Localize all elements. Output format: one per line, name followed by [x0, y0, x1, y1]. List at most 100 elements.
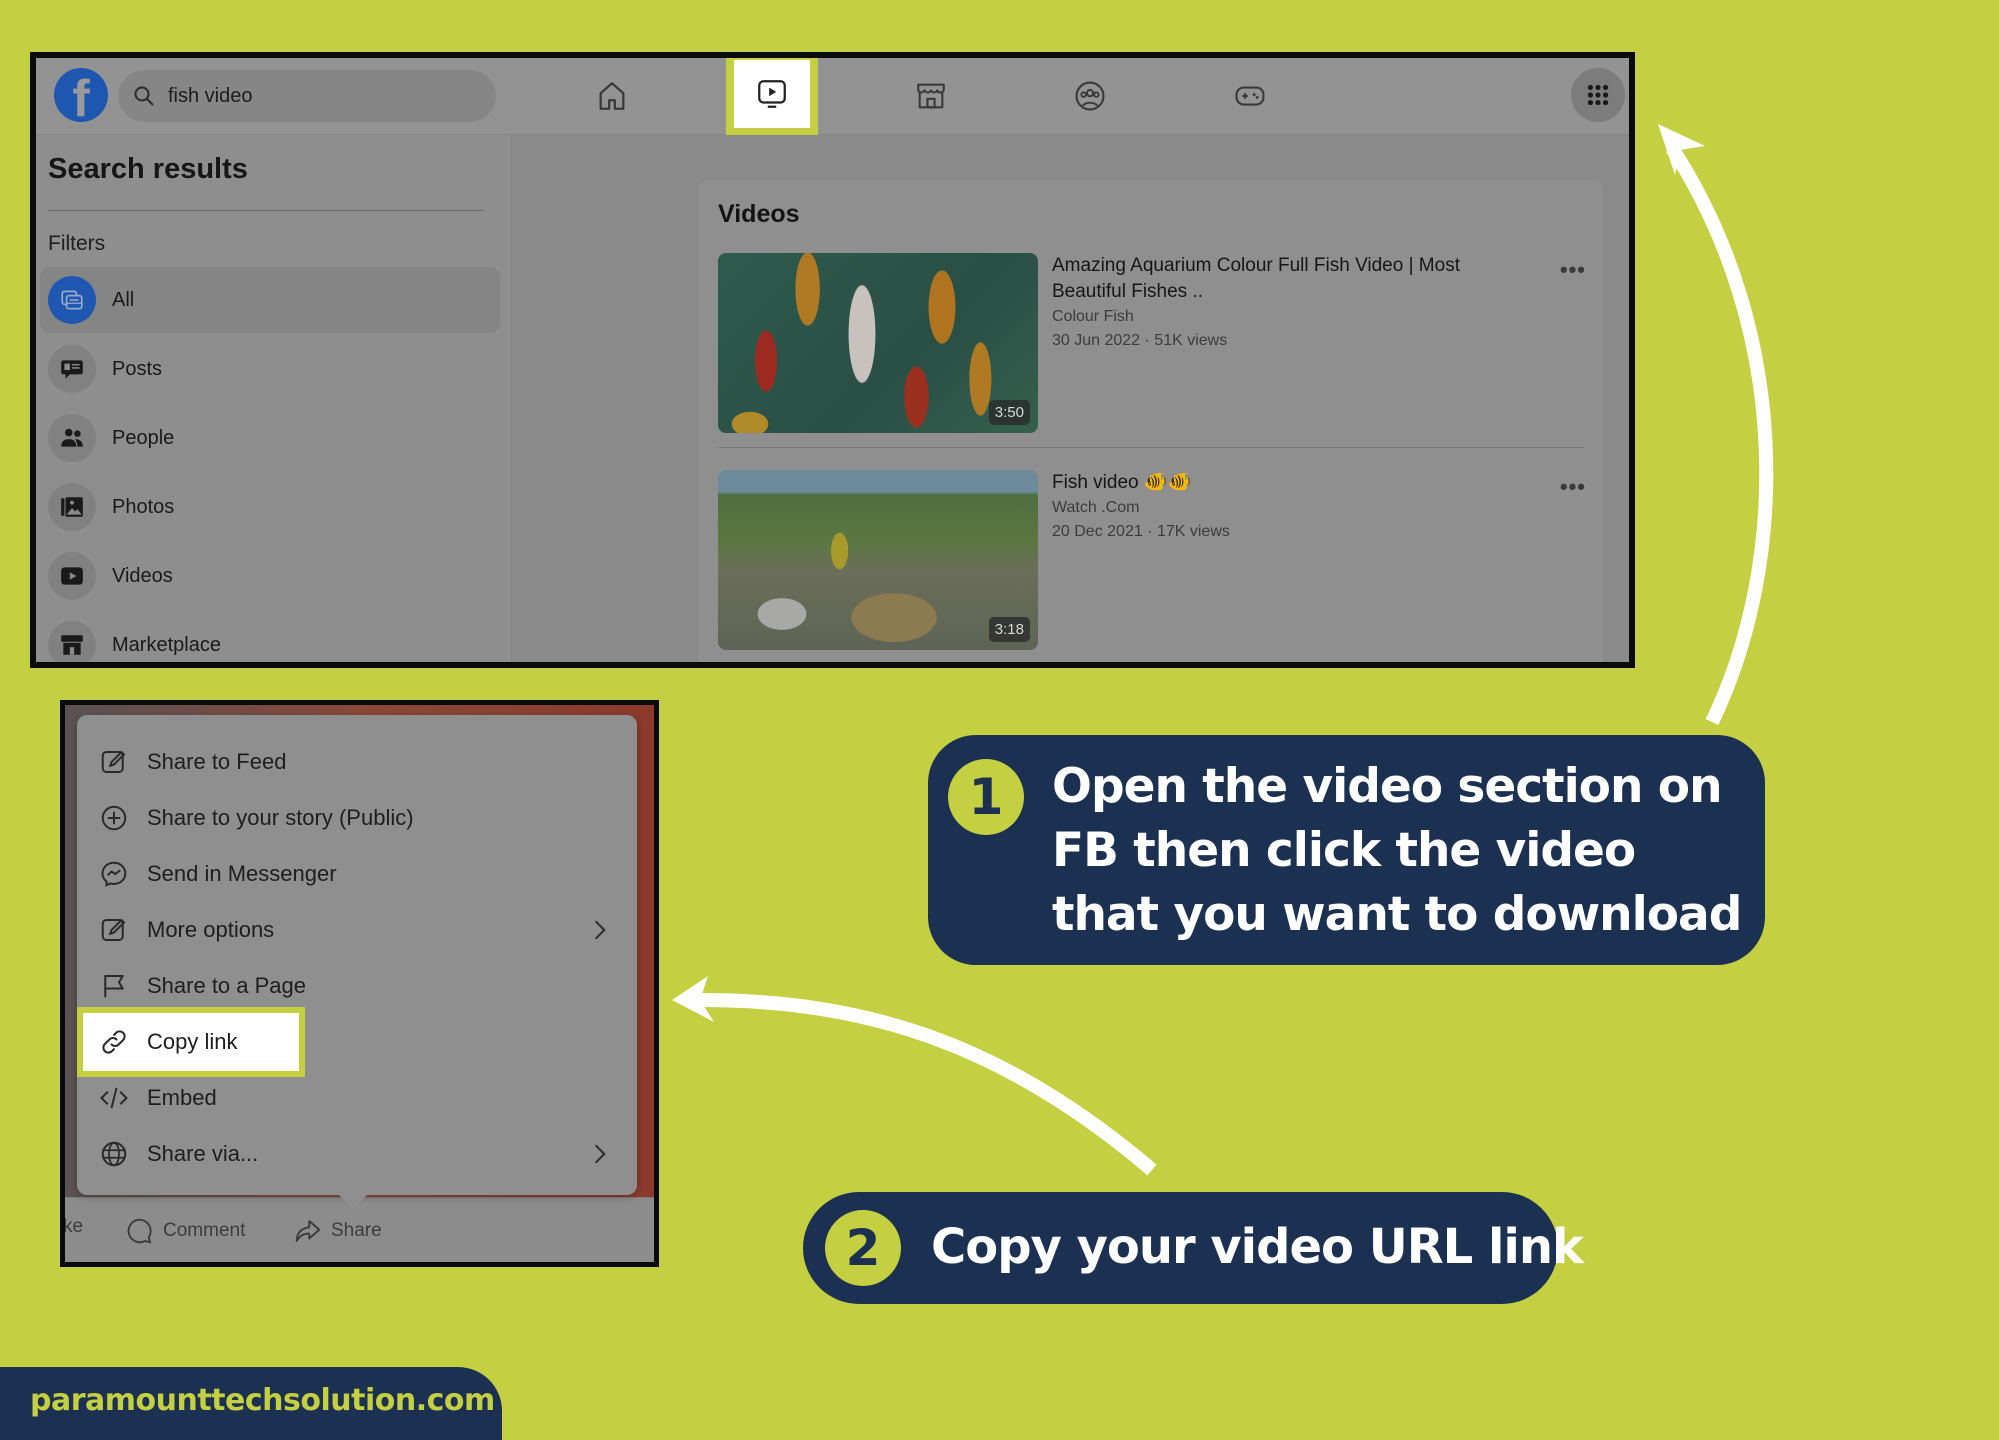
- menu-item-label: Share to your story (Public): [147, 805, 414, 830]
- menu-item-label: Send in Messenger: [147, 861, 337, 886]
- search-icon: [134, 86, 154, 106]
- videos-icon: [61, 567, 83, 585]
- all-icon: [61, 290, 83, 310]
- video-stats: 30 Jun 2022 · 51K views: [1052, 332, 1228, 349]
- menu-item-label: Share to Feed: [147, 749, 287, 774]
- search-filters-sidebar: Search results Filters All Posts People …: [36, 135, 512, 662]
- video-channel[interactable]: Colour Fish: [1052, 305, 1522, 329]
- like-button[interactable]: ke: [65, 1216, 83, 1238]
- filter-label: Marketplace: [112, 633, 221, 656]
- grid-menu-icon: [1587, 84, 1609, 106]
- nav-tab-marketplace[interactable]: [907, 72, 955, 120]
- website-url[interactable]: paramounttechsolution.com: [30, 1383, 495, 1418]
- facebook-search-screenshot: f Search results Filters All: [30, 52, 1635, 668]
- search-results-main: Videos 3:50 Amazing Aquarium Colour Full…: [512, 135, 1629, 662]
- more-options-button[interactable]: •••: [1560, 474, 1586, 500]
- menu-item-share-to-page[interactable]: Share to a Page: [89, 960, 625, 1012]
- filter-people[interactable]: People: [40, 405, 500, 471]
- filter-all[interactable]: All: [40, 267, 500, 333]
- video-thumbnail[interactable]: 3:18: [718, 470, 1038, 650]
- link-icon: [102, 1030, 126, 1054]
- flag-icon: [104, 975, 124, 998]
- step-1-callout: 1 Open the video section on FB then clic…: [928, 735, 1765, 965]
- menu-item-embed[interactable]: Embed: [89, 1072, 625, 1124]
- video-title[interactable]: Amazing Aquarium Colour Full Fish Video …: [1052, 253, 1522, 305]
- search-box[interactable]: [118, 70, 496, 122]
- filter-marketplace[interactable]: Marketplace: [40, 612, 500, 662]
- search-results-heading: Search results: [48, 153, 248, 185]
- arrow-to-video-tab: [1658, 124, 1774, 726]
- step-1-text: Open the video section on FB then click …: [1052, 759, 1742, 942]
- video-duration: 3:50: [988, 400, 1030, 425]
- share-menu-screenshot: ke Comment Share Share to Feed Share to …: [60, 700, 659, 1267]
- chevron-right-icon: [594, 1144, 606, 1164]
- facebook-logo[interactable]: f: [54, 68, 108, 122]
- menu-item-label: Share to a Page: [147, 973, 307, 998]
- videos-results-card: Videos 3:50 Amazing Aquarium Colour Full…: [698, 180, 1603, 662]
- filter-photos[interactable]: Photos: [40, 474, 500, 540]
- marketplace-icon: [917, 83, 945, 109]
- home-icon: [599, 82, 625, 110]
- filter-label: Photos: [112, 495, 175, 518]
- groups-icon: [1075, 81, 1105, 111]
- filters-label: Filters: [48, 232, 106, 255]
- gaming-icon: [1235, 86, 1265, 106]
- step-number-badge: 1: [948, 759, 1024, 835]
- step-2-text: Copy your video URL link: [931, 1219, 1584, 1275]
- video-duration: 3:18: [988, 617, 1030, 642]
- menu-item-label: Embed: [147, 1085, 217, 1110]
- marketplace-icon: [61, 635, 83, 655]
- share-menu: Share to Feed Share to your story (Publi…: [77, 715, 637, 1209]
- nav-tab-gaming[interactable]: [1226, 72, 1274, 120]
- menu-item-share-to-story[interactable]: Share to your story (Public): [89, 792, 625, 844]
- video-channel[interactable]: Watch .Com: [1052, 496, 1522, 520]
- globe-icon: [101, 1141, 127, 1167]
- menu-item-more-options[interactable]: More options: [89, 904, 625, 956]
- comment-label: Comment: [163, 1220, 246, 1241]
- messenger-icon: [101, 861, 127, 887]
- filter-videos[interactable]: Videos: [40, 543, 500, 609]
- share-icon: [295, 1220, 321, 1242]
- filter-label: People: [112, 426, 175, 449]
- share-button[interactable]: Share: [293, 1216, 382, 1246]
- videos-section-title: Videos: [718, 200, 800, 228]
- share-label: Share: [331, 1220, 382, 1241]
- comment-button[interactable]: Comment: [125, 1216, 245, 1246]
- arrow-to-copy-link: [672, 976, 1157, 1176]
- edit-icon: [101, 918, 126, 941]
- nav-tab-home[interactable]: [588, 72, 636, 120]
- filter-label: All: [112, 288, 135, 311]
- nav-tab-watch[interactable]: [726, 58, 818, 136]
- photos-icon: [61, 497, 83, 517]
- more-options-button[interactable]: •••: [1560, 257, 1586, 283]
- video-result[interactable]: 3:18 Fish video 🐠🐠 Watch .Com 20 Dec 202…: [718, 470, 1586, 650]
- chevron-right-icon: [594, 920, 606, 940]
- nav-tab-groups[interactable]: [1066, 72, 1114, 120]
- video-title[interactable]: Fish video 🐠🐠: [1052, 470, 1522, 496]
- video-result[interactable]: 3:50 Amazing Aquarium Colour Full Fish V…: [718, 253, 1586, 433]
- menu-item-send-in-messenger[interactable]: Send in Messenger: [89, 848, 625, 900]
- menu-item-label: Share via...: [147, 1141, 259, 1166]
- video-stats: 20 Dec 2021 · 17K views: [1052, 523, 1230, 540]
- menu-item-share-via[interactable]: Share via...: [89, 1128, 625, 1180]
- video-icon: [758, 80, 786, 108]
- divider: [718, 447, 1584, 448]
- apps-menu-button[interactable]: [1571, 68, 1625, 122]
- menu-item-label: More options: [147, 917, 275, 942]
- filter-posts[interactable]: Posts: [40, 336, 500, 402]
- step-2-callout: 2 Copy your video URL link: [803, 1192, 1584, 1304]
- filter-label: Videos: [112, 564, 173, 587]
- code-icon: [100, 1087, 128, 1109]
- search-input[interactable]: [166, 83, 470, 109]
- filter-label: Posts: [112, 357, 163, 380]
- step-number-badge: 2: [825, 1210, 901, 1286]
- video-thumbnail[interactable]: 3:50: [718, 253, 1038, 433]
- facebook-top-bar: f: [36, 58, 1629, 136]
- divider: [48, 210, 484, 211]
- menu-item-copy-link[interactable]: Copy link: [77, 1007, 305, 1077]
- posts-icon: [61, 360, 83, 379]
- menu-item-share-to-feed[interactable]: Share to Feed: [89, 736, 625, 788]
- website-badge: paramounttechsolution.com: [0, 1367, 502, 1440]
- edit-icon: [101, 750, 126, 773]
- comment-icon: [127, 1218, 152, 1244]
